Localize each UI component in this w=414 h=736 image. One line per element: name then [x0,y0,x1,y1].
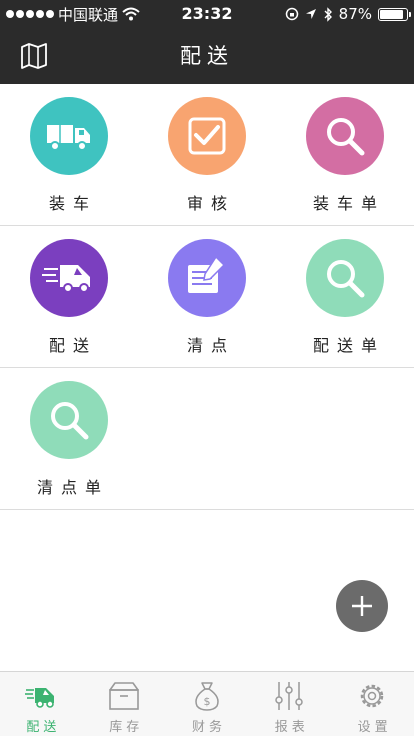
grid-item-label: 装车 [48,194,97,213]
status-right: 87% [285,0,411,28]
svg-text:$: $ [203,695,210,708]
box-icon [108,682,139,710]
delivery-icon [25,688,54,708]
function-grid: 装车 审核 装车单 配送 清点 配送单 清点单 [0,84,414,510]
page-title: 配送 [180,44,234,68]
battery-icon [378,7,411,21]
grid-item-delivery-list[interactable]: 配送单 [276,226,414,368]
grid-item-count-list[interactable]: 清点单 [0,368,138,510]
tab-label: 财务 [191,720,226,735]
grid-row: 清点单 [0,368,414,510]
grid-item-label: 配送单 [312,336,385,355]
truck-icon [30,97,108,175]
gear-icon [360,684,384,708]
tab-inventory[interactable]: 库存 [83,672,166,736]
search-icon [30,381,108,459]
grid-item-label: 审核 [186,194,235,213]
grid-item-load[interactable]: 装车 [0,84,138,226]
add-button[interactable] [336,580,388,632]
grid-item-label: 清点 [186,336,235,355]
checkbox-icon [168,97,246,175]
grid-item-label: 清点单 [36,478,109,497]
location-arrow-icon [305,9,316,19]
grid-row: 装车 审核 装车单 [0,84,414,226]
grid-item-load-list[interactable]: 装车单 [276,84,414,226]
tab-finance[interactable]: $ 财务 [166,672,249,736]
battery-percent: 87% [338,5,372,23]
tab-label: 报表 [274,720,309,735]
tab-delivery[interactable]: 配送 [0,672,83,736]
grid-item-count[interactable]: 清点 [138,226,276,368]
tab-label: 库存 [109,720,144,735]
grid-item-delivery[interactable]: 配送 [0,226,138,368]
grid-row: 配送 清点 配送单 [0,226,414,368]
wifi-icon [122,7,140,21]
money-bag-icon: $ [194,682,219,711]
status-bar: 中国联通 23:32 87% [0,0,414,28]
nav-bar: 配送 [0,28,414,84]
tab-settings[interactable]: 设置 [331,672,414,736]
delivery-truck-icon [30,239,108,317]
signal-strength-icon [6,10,54,18]
carrier-name: 中国联通 [58,5,119,24]
bluetooth-icon [324,6,332,22]
grid-item-review[interactable]: 审核 [138,84,276,226]
search-icon [306,97,384,175]
grid-item-label: 装车单 [312,194,385,213]
tab-label: 设置 [357,720,392,735]
orientation-lock-icon [285,7,298,21]
search-icon [306,239,384,317]
document-pen-icon [168,239,246,317]
tab-label: 配送 [26,720,61,735]
status-left: 中国联通 [6,0,140,28]
tab-bar: 配送 库存 $ 财务 报表 设置 [0,671,414,736]
tab-reports[interactable]: 报表 [248,672,331,736]
sliders-icon [275,682,304,710]
grid-item-label: 配送 [48,336,97,355]
plus-icon [352,596,372,616]
